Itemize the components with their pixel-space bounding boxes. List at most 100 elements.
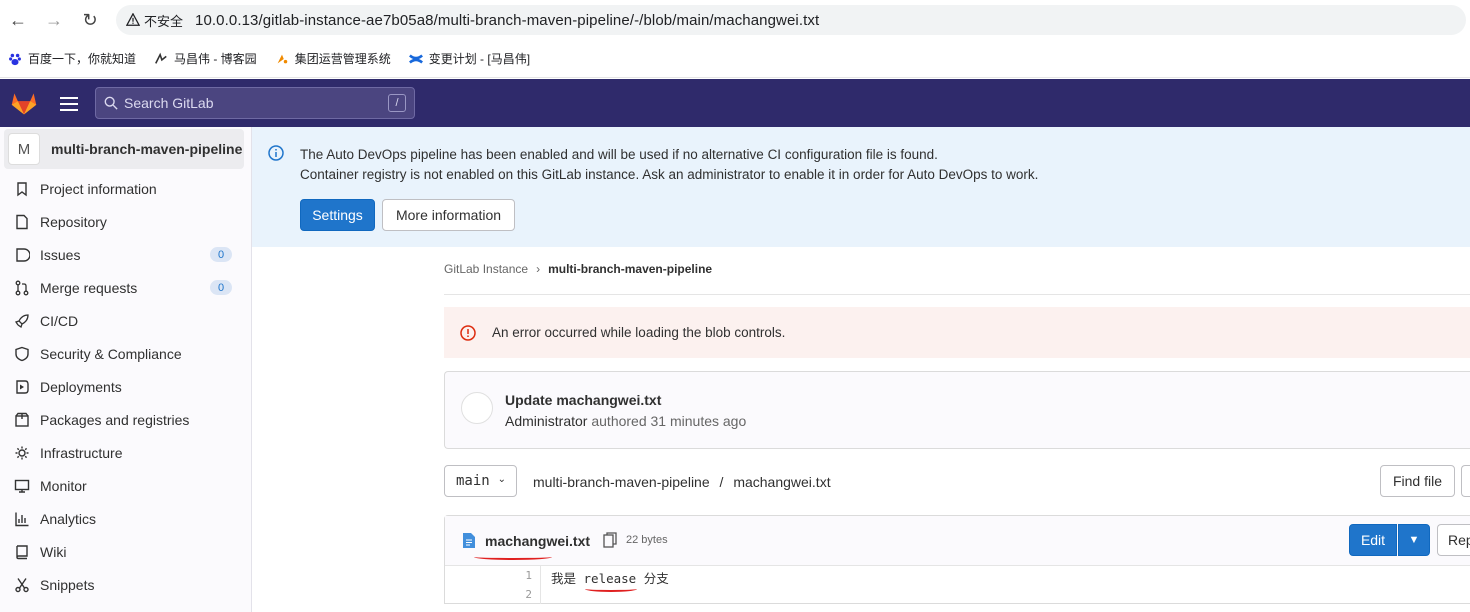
commit-time: authored 31 minutes ago <box>591 413 747 429</box>
error-alert: An error occurred while loading the blob… <box>444 307 1470 358</box>
sidebar-item-repository[interactable]: Repository <box>14 211 234 233</box>
sidebar-item-label: Security & Compliance <box>40 346 182 362</box>
issues-count-badge: 0 <box>210 247 232 262</box>
find-file-button[interactable]: Find file <box>1380 465 1455 497</box>
search-input[interactable]: Search GitLab / <box>95 87 415 119</box>
book-icon <box>16 545 28 560</box>
rocket-icon <box>14 314 29 329</box>
warning-icon <box>126 13 140 26</box>
scissors-icon <box>15 578 29 593</box>
address-bar[interactable]: 不安全 10.0.0.13/gitlab-instance-ae7b05a8/m… <box>116 5 1466 35</box>
sidebar-item-deployments[interactable]: Deployments <box>14 376 234 398</box>
project-sidebar: M multi-branch-maven-pipeline Project in… <box>0 127 252 612</box>
ops-icon <box>277 54 287 63</box>
bookmark-label: 百度一下，你就知道 <box>28 52 137 66</box>
breadcrumb-root[interactable]: GitLab Instance <box>444 262 528 276</box>
doc-icon <box>16 214 28 230</box>
line-numbers: 1 2 <box>445 566 541 604</box>
sidebar-item-label: CI/CD <box>40 313 79 329</box>
forward-icon[interactable]: → <box>36 0 72 40</box>
cloud-gear-icon <box>15 446 29 460</box>
sidebar-item-infrastructure[interactable]: Infrastructure <box>14 442 234 464</box>
line-number[interactable]: 2 <box>525 588 532 601</box>
sidebar-item-analytics[interactable]: Analytics <box>14 508 234 530</box>
edit-button[interactable]: Edit <box>1349 524 1397 556</box>
divider <box>444 294 1470 295</box>
insecure-badge[interactable]: 不安全 <box>126 11 195 30</box>
branch-selector[interactable]: main ⌄ <box>444 465 517 497</box>
file-text-icon <box>463 533 475 548</box>
confluence-icon <box>408 53 423 64</box>
project-name: multi-branch-maven-pipeline <box>51 141 243 157</box>
sidebar-item-packages-registries[interactable]: Packages and registries <box>14 409 234 431</box>
bookmarks-bar: 百度一下，你就知道 马昌伟 - 博客园 集团运营管理系统 变更计划 - [马昌伟… <box>0 40 1470 78</box>
bookmark-label: 集团运营管理系统 <box>294 52 391 66</box>
annotation-underline-release <box>585 586 637 592</box>
error-message: An error occurred while loading the blob… <box>492 325 786 340</box>
url-text: 10.0.0.13/gitlab-instance-ae7b05a8/multi… <box>195 11 820 29</box>
gitlab-topbar: Search GitLab / <box>0 79 1470 127</box>
sidebar-item-label: Infrastructure <box>40 445 123 461</box>
sidebar-item-label: Issues <box>40 247 81 263</box>
bookmark-label: 马昌伟 - 博客园 <box>174 52 257 66</box>
back-icon[interactable]: ← <box>0 0 36 40</box>
settings-button[interactable]: Settings <box>300 199 375 231</box>
sidebar-item-project-information[interactable]: Project information <box>14 178 234 200</box>
menu-icon[interactable] <box>58 93 80 113</box>
branch-name: main <box>456 473 490 489</box>
bookmark-ops[interactable]: 集团运营管理系统 <box>275 50 391 67</box>
chevron-right-icon: › <box>536 262 541 276</box>
sidebar-item-snippets[interactable]: Snippets <box>14 574 234 596</box>
shield-icon <box>15 346 29 362</box>
file-name: machangwei.txt <box>485 533 591 549</box>
sidebar-item-label: Deployments <box>40 379 122 395</box>
sidebar-item-label: Monitor <box>40 478 87 494</box>
bookmark-baidu[interactable]: 百度一下，你就知道 <box>8 50 136 67</box>
sidebar-item-label: Packages and registries <box>40 412 190 428</box>
replace-button[interactable]: Replace <box>1437 524 1470 556</box>
chevron-down-icon: ⌄ <box>497 474 506 485</box>
merge-request-icon <box>15 280 29 296</box>
browser-toolbar: ← → ↻ 不安全 10.0.0.13/gitlab-instance-ae7b… <box>0 0 1470 40</box>
sidebar-item-label: Merge requests <box>40 280 138 296</box>
gitlab-logo-icon[interactable] <box>10 89 38 117</box>
commit-author[interactable]: Administrator <box>505 413 587 429</box>
path-file[interactable]: machangwei.txt <box>733 474 830 490</box>
banner-message: The Auto DevOps pipeline has been enable… <box>300 145 1038 185</box>
sidebar-item-issues[interactable]: Issues 0 <box>14 244 234 266</box>
sidebar-item-label: Project information <box>40 181 157 197</box>
bookmark-change-plan[interactable]: 变更计划 - [马昌伟] <box>408 50 530 67</box>
edit-dropdown-button[interactable]: ▼ <box>1398 524 1430 556</box>
sidebar-item-monitor[interactable]: Monitor <box>14 475 234 497</box>
breadcrumb: GitLab Instance › multi-branch-maven-pip… <box>444 262 712 276</box>
search-icon <box>104 96 118 110</box>
file-path: multi-branch-maven-pipeline / machangwei… <box>533 474 831 490</box>
line-number[interactable]: 1 <box>525 569 532 582</box>
banner-line-2: Container registry is not enabled on thi… <box>300 167 1039 182</box>
reload-icon[interactable]: ↻ <box>72 0 108 40</box>
deployments-icon <box>16 380 29 394</box>
info-icon <box>268 145 284 161</box>
sidebar-item-label: Snippets <box>40 577 95 593</box>
chart-icon <box>15 512 29 527</box>
path-separator: / <box>719 474 724 490</box>
sidebar-item-ci-cd[interactable]: CI/CD <box>14 310 234 332</box>
breadcrumb-current[interactable]: multi-branch-maven-pipeline <box>548 262 712 276</box>
bookmark-cnblogs[interactable]: 马昌伟 - 博客园 <box>154 50 257 67</box>
more-actions-button[interactable] <box>1461 465 1470 497</box>
file-header: machangwei.txt 22 bytes Edit ▼ Replace <box>445 516 1470 566</box>
sidebar-item-wiki[interactable]: Wiki <box>14 541 234 563</box>
avatar[interactable] <box>461 392 493 424</box>
more-information-button[interactable]: More information <box>382 199 515 231</box>
commit-title[interactable]: Update machangwei.txt <box>505 392 661 408</box>
cnblogs-icon <box>155 52 167 64</box>
copy-icon[interactable] <box>603 532 617 548</box>
annotation-underline-filename <box>474 554 552 560</box>
path-project[interactable]: multi-branch-maven-pipeline <box>533 474 710 490</box>
search-shortcut: / <box>388 94 406 112</box>
sidebar-item-security-compliance[interactable]: Security & Compliance <box>14 343 234 365</box>
monitor-icon <box>14 479 30 493</box>
banner-line-1: The Auto DevOps pipeline has been enable… <box>300 147 938 162</box>
project-context[interactable]: M multi-branch-maven-pipeline <box>4 129 244 169</box>
sidebar-item-merge-requests[interactable]: Merge requests 0 <box>14 277 234 299</box>
